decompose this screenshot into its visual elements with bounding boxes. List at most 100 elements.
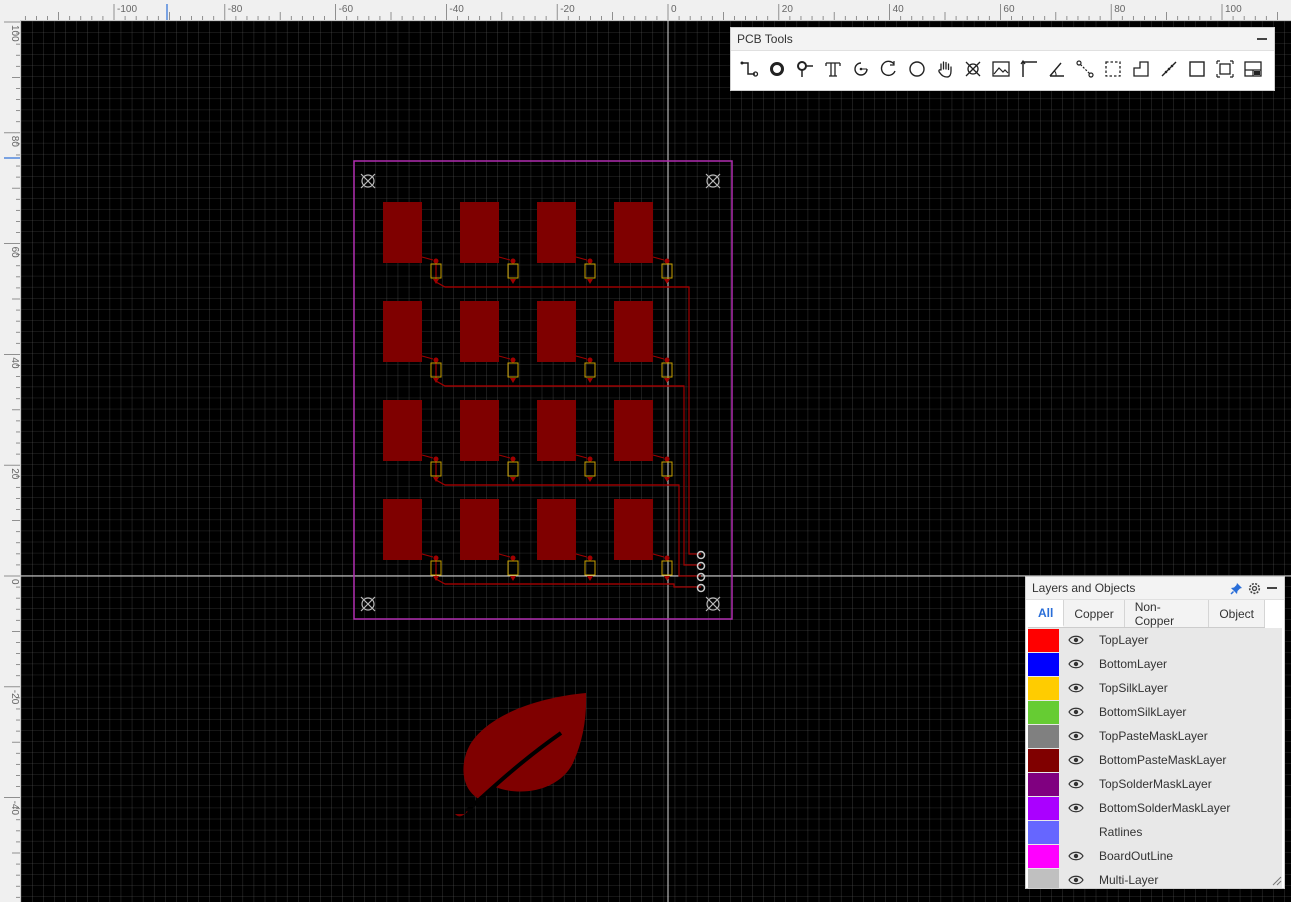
connect-pad-icon[interactable] [1073, 57, 1097, 81]
ruler-label: -80 [228, 4, 243, 15]
dimension-icon[interactable] [1017, 57, 1041, 81]
layers-panel[interactable]: Layers and Objects All Copper Non-Copper… [1025, 576, 1285, 889]
layer-row-ratlines[interactable]: Ratlines [1028, 820, 1282, 844]
layer-row-bottompastemasklayer[interactable]: BottomPasteMaskLayer [1028, 748, 1282, 772]
layer-row-bottomlayer[interactable]: BottomLayer [1028, 652, 1282, 676]
image-icon[interactable] [989, 57, 1013, 81]
ruler-label: -20 [9, 690, 20, 705]
layer-color-swatch[interactable] [1028, 652, 1059, 676]
layer-name: BottomSilkLayer [1099, 705, 1187, 719]
pcb-tools-panel[interactable]: PCB Tools [730, 27, 1275, 91]
pad-top [433, 555, 439, 561]
ruler-label: 0 [9, 579, 20, 585]
eye-icon[interactable] [1067, 682, 1085, 694]
hole-icon[interactable] [961, 57, 985, 81]
ruler-label: 100 [9, 25, 20, 42]
layer-row-boardoutline[interactable]: BoardOutLine [1028, 844, 1282, 868]
layer-color-swatch[interactable] [1028, 724, 1059, 748]
eye-icon[interactable] [1067, 706, 1085, 718]
layer-row-multi-layer[interactable]: Multi-Layer [1028, 868, 1282, 888]
eye-icon[interactable] [1067, 778, 1085, 790]
minimize-button[interactable] [1256, 33, 1268, 45]
arc-icon[interactable] [849, 57, 873, 81]
led-pad [537, 400, 576, 461]
pad-top [433, 357, 439, 363]
angle-icon[interactable] [1045, 57, 1069, 81]
group-icon[interactable] [1213, 57, 1237, 81]
vertical-ruler: 100 80 60 40 20 0 -20 -40 [0, 20, 21, 902]
layers-panel-title: Layers and Objects [1032, 581, 1136, 595]
layer-name: Ratlines [1099, 825, 1143, 839]
ruler-label: 20 [9, 468, 20, 480]
horizontal-ruler: -100 -80 -60 -40 -20 0 20 40 60 80 100 [0, 0, 1291, 21]
circle-icon[interactable] [905, 57, 929, 81]
pad-top [587, 456, 593, 462]
copper-area-icon[interactable] [1129, 57, 1153, 81]
rectangle-icon[interactable] [1185, 57, 1209, 81]
panel-icon[interactable] [1241, 57, 1265, 81]
layer-name: BottomSolderMaskLayer [1099, 801, 1231, 815]
layer-color-swatch[interactable] [1028, 868, 1059, 888]
pad-top [433, 456, 439, 462]
layer-name: Multi-Layer [1099, 873, 1159, 887]
tab-all[interactable]: All [1028, 600, 1065, 627]
ruler-corner [0, 0, 20, 20]
tab-non-copper[interactable]: Non-Copper [1125, 600, 1210, 628]
eye-icon[interactable] [1067, 802, 1085, 814]
layer-color-swatch[interactable] [1028, 700, 1059, 724]
eye-icon[interactable] [1067, 658, 1085, 670]
center-arc-icon[interactable] [877, 57, 901, 81]
tab-copper[interactable]: Copper [1064, 600, 1125, 627]
led-pad [614, 202, 653, 263]
measure-icon[interactable] [1157, 57, 1181, 81]
hand-icon[interactable] [933, 57, 957, 81]
layer-color-swatch[interactable] [1028, 748, 1059, 772]
eye-icon[interactable] [1067, 730, 1085, 742]
pcb-tools-header[interactable]: PCB Tools [731, 28, 1274, 51]
pad-icon[interactable] [765, 57, 789, 81]
ruler-label: -60 [339, 4, 354, 15]
layer-row-toplayer[interactable]: TopLayer [1028, 628, 1282, 652]
led-pad [383, 202, 422, 263]
layer-row-bottomsilklayer[interactable]: BottomSilkLayer [1028, 700, 1282, 724]
tab-object[interactable]: Object [1209, 600, 1265, 627]
gear-icon[interactable] [1248, 582, 1261, 595]
layer-list: TopLayer BottomLayer TopSilkLayer Bottom… [1028, 628, 1282, 888]
pad-top [510, 357, 516, 363]
text-icon[interactable] [821, 57, 845, 81]
eye-icon[interactable] [1067, 850, 1085, 862]
layer-row-bottomsoldermasklayer[interactable]: BottomSolderMaskLayer [1028, 796, 1282, 820]
layer-color-swatch[interactable] [1028, 628, 1059, 652]
track-icon[interactable] [737, 57, 761, 81]
led-pad [460, 400, 499, 461]
led-pad [383, 400, 422, 461]
layer-row-topsilklayer[interactable]: TopSilkLayer [1028, 676, 1282, 700]
rect-select-icon[interactable] [1101, 57, 1125, 81]
led-pad [383, 301, 422, 362]
eye-icon[interactable] [1067, 754, 1085, 766]
led-pad [614, 400, 653, 461]
eye-icon[interactable] [1067, 634, 1085, 646]
layer-color-swatch[interactable] [1028, 676, 1059, 700]
minimize-button[interactable] [1266, 582, 1278, 594]
via-icon[interactable] [793, 57, 817, 81]
layer-name: BottomLayer [1099, 657, 1168, 671]
led-pad [460, 301, 499, 362]
pcb-tools-title: PCB Tools [737, 32, 793, 46]
layer-color-swatch[interactable] [1028, 820, 1059, 844]
eye-icon-hidden[interactable] [1067, 826, 1085, 838]
ruler-label: 80 [9, 136, 20, 148]
layer-color-swatch[interactable] [1028, 844, 1059, 868]
layer-row-topsoldermasklayer[interactable]: TopSolderMaskLayer [1028, 772, 1282, 796]
layer-color-swatch[interactable] [1028, 796, 1059, 820]
layer-color-swatch[interactable] [1028, 772, 1059, 796]
pin-icon[interactable] [1230, 582, 1243, 595]
ruler-label: 40 [893, 4, 905, 15]
layer-name: TopSolderMaskLayer [1099, 777, 1212, 791]
layers-panel-header[interactable]: Layers and Objects [1026, 577, 1284, 600]
layer-row-toppastemasklayer[interactable]: TopPasteMaskLayer [1028, 724, 1282, 748]
led-pad [537, 202, 576, 263]
eye-icon[interactable] [1067, 874, 1085, 886]
ruler-label: 60 [9, 247, 20, 259]
resize-handle-icon[interactable] [1270, 874, 1282, 886]
